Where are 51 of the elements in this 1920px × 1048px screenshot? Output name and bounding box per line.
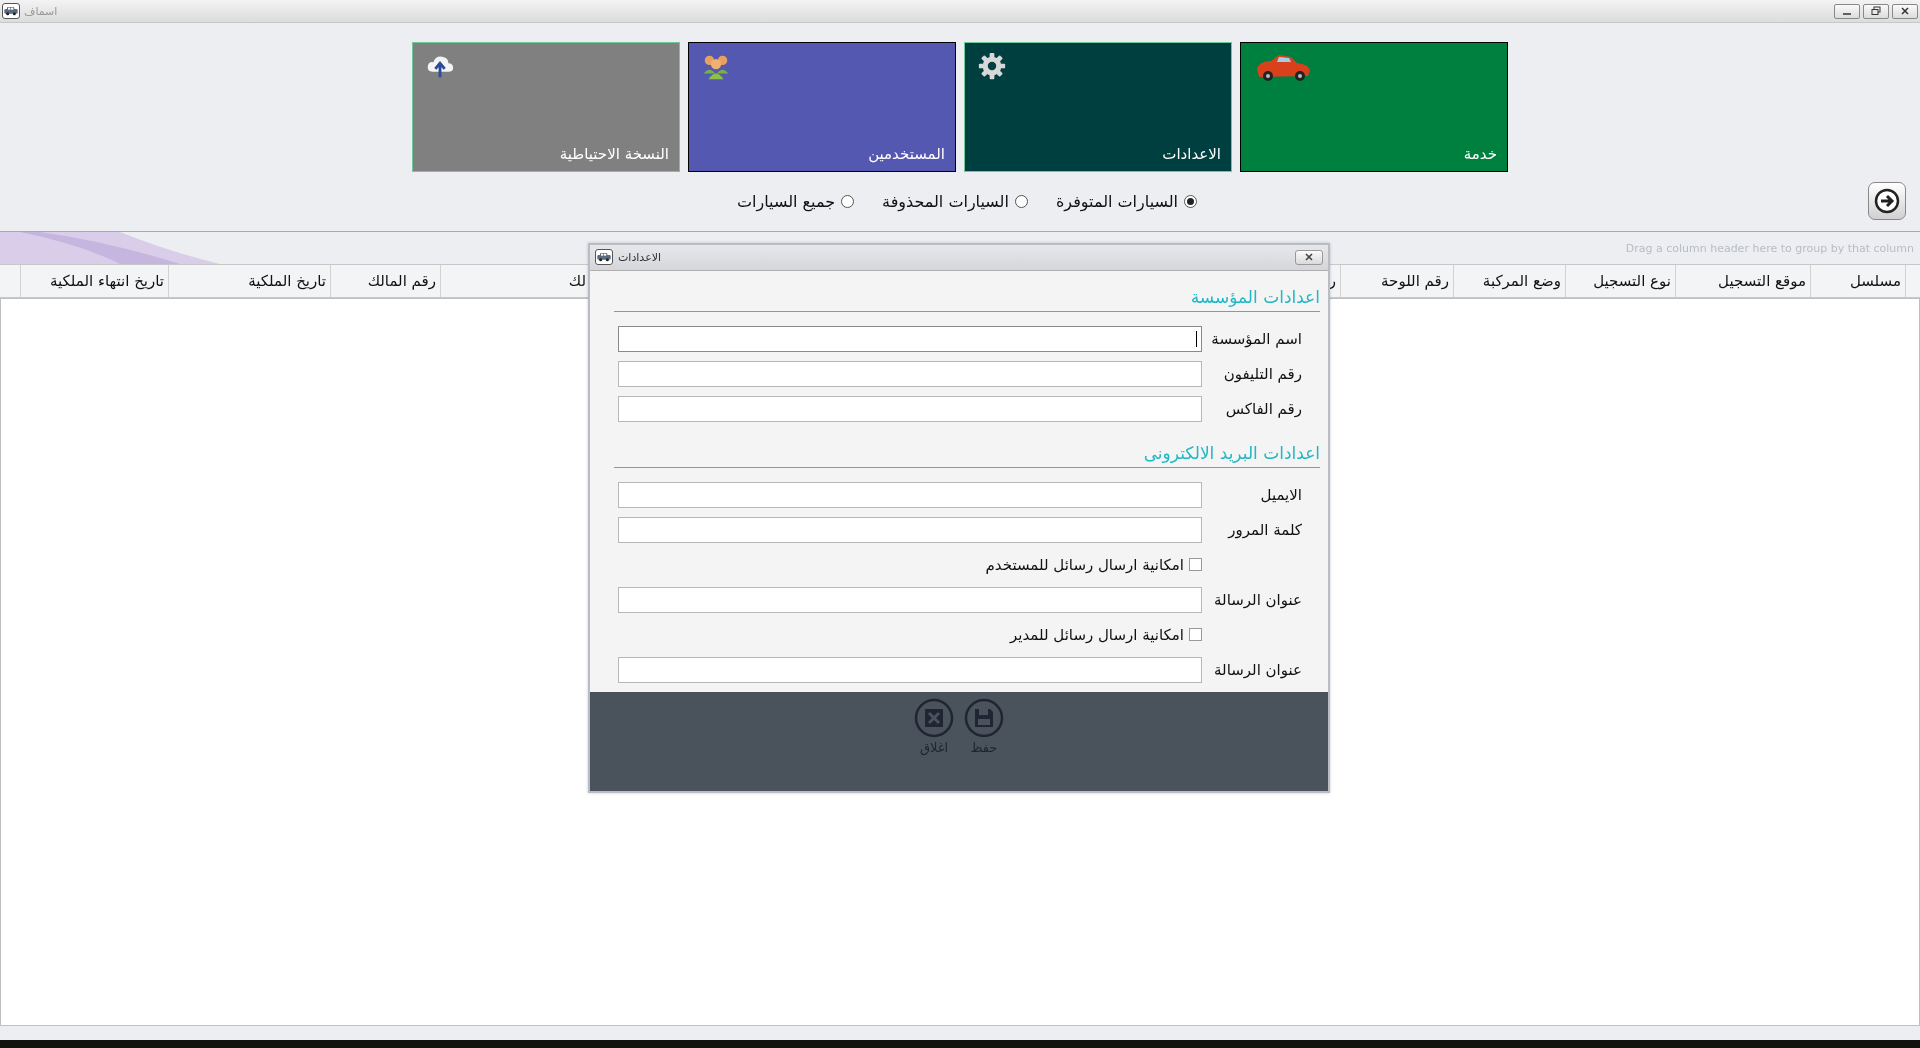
checkbox-label: امكانية ارسال رسائل للمستخدم (985, 555, 1184, 574)
filter-radio[interactable]: السيارات المحذوفة (882, 191, 1028, 211)
next-arrow-button[interactable] (1868, 182, 1906, 220)
restore-icon (1870, 6, 1882, 16)
column-header[interactable]: تاريخ الملكية (168, 265, 330, 297)
restore-button[interactable] (1863, 3, 1889, 19)
checkbox-label: امكانية ارسال رسائل للمدير (1010, 625, 1184, 644)
input-field[interactable] (618, 481, 1202, 508)
field-label: كلمة المرور (1226, 520, 1303, 539)
minimize-icon (1843, 13, 1851, 15)
field-label: رقم الفاكس (1224, 399, 1303, 418)
menu-tile[interactable]: المستخدمين (688, 42, 956, 172)
field-label: اسم المؤسسة (1210, 329, 1303, 348)
input-field[interactable] (618, 586, 1202, 613)
column-header[interactable]: رقم اللوحة (1340, 265, 1453, 297)
input-field[interactable] (618, 395, 1202, 422)
column-header[interactable]: تاريخ انتهاء الملكية (20, 265, 168, 297)
column-header[interactable]: موقع التسجيل (1675, 265, 1810, 297)
dialog-title: الاعدادات (618, 250, 662, 264)
column-header[interactable]: رقم المالك (330, 265, 440, 297)
input-field[interactable] (618, 516, 1202, 543)
car-icon (595, 249, 613, 266)
column-header[interactable]: مسلسل (1810, 265, 1905, 297)
close-button[interactable] (1892, 3, 1918, 19)
section-heading: اعدادات المؤسسة (614, 286, 1320, 312)
floppy-disk-icon (964, 697, 1004, 738)
close-icon (1303, 252, 1315, 263)
filter-radio[interactable]: السيارات المتوفرة (1055, 191, 1198, 211)
field-label: عنوان الرسالة (1213, 590, 1303, 609)
input-field[interactable] (618, 360, 1202, 387)
checkbox[interactable] (1189, 628, 1202, 642)
column-header[interactable]: نوع التسجيل (1565, 265, 1675, 297)
menu-tile[interactable]: الاعدادات (964, 42, 1232, 172)
minimize-button[interactable] (1834, 3, 1860, 19)
window-title: اسماف (24, 4, 58, 18)
field-label: عنوان الرسالة (1213, 660, 1303, 679)
input-field[interactable] (618, 325, 1202, 352)
gear-icon (977, 51, 1007, 81)
field-label: رقم التليفون (1222, 364, 1303, 383)
input-field[interactable] (618, 656, 1202, 683)
menu-tile[interactable]: النسخة الاحتياطية (412, 42, 680, 172)
filter-radio[interactable]: جميع السيارات (736, 191, 855, 211)
close-icon (914, 697, 954, 738)
field-label: الايميل (1259, 485, 1303, 504)
menu-tile[interactable]: خدمة (1240, 42, 1508, 172)
close-button[interactable] (1295, 249, 1323, 265)
section-heading: اعدادات البريد الالكترونى (614, 442, 1320, 468)
close-icon (1899, 6, 1911, 16)
car-icon (2, 3, 20, 19)
checkbox[interactable] (1189, 558, 1202, 572)
column-header[interactable]: وضع المركبة (1453, 265, 1565, 297)
